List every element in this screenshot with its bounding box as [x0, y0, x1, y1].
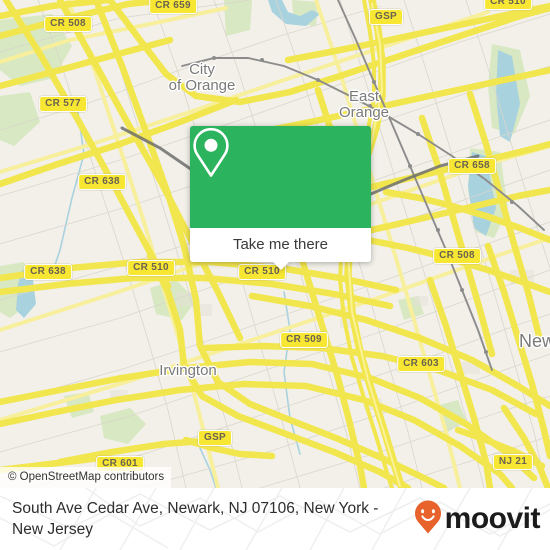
moovit-wordmark: moovit: [444, 502, 541, 535]
road-shield: CR 510: [484, 0, 532, 10]
road-shield: CR 509: [280, 332, 328, 348]
bottom-info-bar: South Ave Cedar Ave, Newark, NJ 07106, N…: [0, 488, 550, 550]
osm-attribution[interactable]: © OpenStreetMap contributors: [0, 467, 172, 488]
card-header: [190, 126, 371, 228]
road-shield: GSP: [368, 9, 404, 25]
road-shield: CR 603: [397, 356, 445, 372]
road-shield: CR 659: [149, 0, 197, 14]
place-label-city-of-orange: City of Orange: [168, 61, 236, 94]
location-info-card[interactable]: Take me there: [190, 126, 371, 270]
road-shield: CR 638: [24, 264, 72, 280]
road-shield: CR 638: [78, 174, 126, 190]
road-shield: CR 658: [448, 158, 496, 174]
place-label-newark: New: [518, 331, 550, 351]
road-shield: GSP: [197, 430, 233, 446]
take-me-there-label: Take me there: [232, 236, 329, 253]
road-shield: CR 508: [44, 16, 92, 32]
place-label-irvington: Irvington: [159, 362, 217, 379]
screenshot-root: .pk{fill:#d7e8c2} .wt{fill:#a9d2df} .blg…: [0, 0, 550, 550]
card-pointer-arrow: [271, 261, 290, 270]
moovit-logo[interactable]: moovit: [413, 499, 541, 540]
road-shield: CR 508: [433, 248, 481, 264]
card-footer[interactable]: Take me there: [190, 228, 371, 270]
road-shield: NJ 21: [492, 454, 534, 470]
place-label-east-orange: East Orange: [338, 88, 390, 121]
address-text: South Ave Cedar Ave, Newark, NJ 07106, N…: [12, 500, 379, 538]
road-shield: CR 577: [39, 96, 87, 112]
road-shield: CR 510: [127, 260, 175, 276]
moovit-pin-icon: [413, 499, 443, 540]
map-canvas[interactable]: .pk{fill:#d7e8c2} .wt{fill:#a9d2df} .blg…: [0, 0, 550, 488]
